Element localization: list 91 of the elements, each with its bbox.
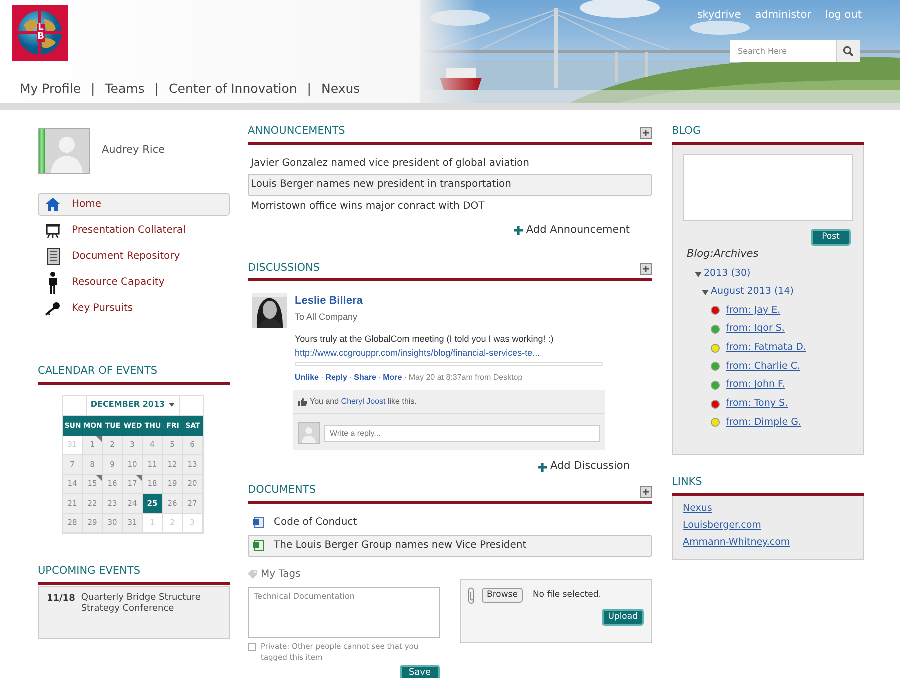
blog-field[interactable] xyxy=(683,154,853,221)
separator: · xyxy=(321,372,324,384)
separator: · xyxy=(349,372,352,384)
link[interactable]: Nexus xyxy=(683,502,712,516)
section-heading: LINKS xyxy=(672,474,702,490)
user-name: Audrey Rice xyxy=(102,143,166,158)
event-date: 11/18 xyxy=(47,593,76,606)
sidebar-item[interactable]: Resource Capacity xyxy=(38,271,230,294)
nav-link[interactable]: My Profile xyxy=(20,80,82,99)
archive-entry[interactable]: from: Dimple G. xyxy=(726,416,802,430)
plus-icon xyxy=(642,265,650,274)
section-heading: ANNOUNCEMENTS xyxy=(248,124,346,139)
archive-folder[interactable]: August 2013 (14) xyxy=(702,284,853,302)
tag-icon xyxy=(248,570,258,579)
archive-entry[interactable]: from: Jay E. xyxy=(726,304,781,318)
section-heading: DISCUSSIONS xyxy=(248,260,320,276)
search-field[interactable]: Search Here xyxy=(730,40,836,62)
month-selector[interactable]: DECEMBER 2013 xyxy=(87,396,179,415)
nav-separator: | xyxy=(307,80,312,98)
sidebar-item[interactable]: Presentation Collateral xyxy=(38,219,230,242)
link[interactable]: Ammann-Whitney.com xyxy=(683,536,790,550)
document-item[interactable]: The Louis Berger Group names new Vice President xyxy=(248,534,652,557)
nav-link[interactable]: Center of Innovation xyxy=(169,80,298,99)
logo: L B xyxy=(12,5,68,61)
nav-link[interactable]: Teams xyxy=(105,80,145,99)
spreadsheet-icon xyxy=(253,540,264,552)
house-icon xyxy=(46,198,60,211)
search-icon xyxy=(843,46,854,56)
archive-entry[interactable]: from: Fatmata D. xyxy=(726,341,806,356)
archive-entry[interactable]: from: Charlie C. xyxy=(726,360,801,374)
person-icon xyxy=(48,272,58,294)
add-button[interactable] xyxy=(640,486,652,498)
separator: · xyxy=(404,372,407,384)
sidebar-item[interactable]: Home xyxy=(38,193,230,216)
sidebar-item[interactable]: Document Repository xyxy=(38,245,230,268)
search-button[interactable] xyxy=(836,40,860,62)
sidebar-item[interactable]: Key Pursuits xyxy=(38,297,230,320)
announcement-item[interactable]: Javier Gonzalez named vice president of global aviation xyxy=(248,152,652,174)
post-action[interactable]: Reply xyxy=(326,372,348,384)
section-heading: DOCUMENTS xyxy=(248,483,316,498)
archive-entry[interactable]: from: Tony S. xyxy=(726,397,788,412)
liker-link[interactable]: Cheryl Joost xyxy=(341,396,386,406)
file-status: No file selected. xyxy=(532,589,602,602)
post-action[interactable]: More xyxy=(383,372,402,384)
post-action[interactable]: Share xyxy=(354,372,376,384)
likes-text: You and Cheryl Joost like this. xyxy=(310,396,417,408)
post-link[interactable]: http://www.ccgrouppr.com/insights/blog/financial-services-te... xyxy=(295,346,652,360)
nav-separator: | xyxy=(154,80,160,98)
event-title: Quarterly Bridge Structure Strategy Conference xyxy=(81,593,202,615)
add-link[interactable]: Add Discussion xyxy=(538,459,630,475)
presentation-board-icon xyxy=(45,222,61,238)
browse-button[interactable]: Browse xyxy=(482,588,523,604)
archive-folder[interactable]: 2013 (30) xyxy=(695,266,853,284)
key-icon xyxy=(45,302,61,316)
section-heading: BLOG xyxy=(672,124,702,139)
post-action[interactable]: Unlike xyxy=(295,372,320,384)
link[interactable]: Louisberger.com xyxy=(683,518,762,533)
nav-separator: | xyxy=(91,80,96,98)
archives-heading: Blog:Archives xyxy=(687,246,760,262)
post-button[interactable]: Post xyxy=(811,228,851,246)
word-document-icon xyxy=(253,517,264,528)
section-heading: UPCOMING EVENTS xyxy=(38,564,140,580)
save-button[interactable]: Save xyxy=(400,664,440,678)
document-item[interactable]: Code of Conduct xyxy=(248,512,652,534)
post-meta: May 20 at 8:37am from Desktop xyxy=(408,372,523,384)
post-message: Yours truly at the GlobalCom meeting (I told you I was working! :) xyxy=(295,333,555,346)
plus-icon xyxy=(538,462,548,472)
separator: · xyxy=(378,372,382,384)
plus-icon xyxy=(642,128,650,137)
post-author[interactable]: Leslie Billera xyxy=(295,293,652,310)
private-checkbox[interactable] xyxy=(248,642,256,651)
paperclip-icon xyxy=(468,586,476,605)
section-heading: CALENDAR OF EVENTS xyxy=(38,364,158,379)
add-button[interactable] xyxy=(640,126,652,139)
plus-icon xyxy=(642,488,650,496)
archive-entry[interactable]: from: Igor S. xyxy=(726,322,785,337)
upload-button[interactable]: Upload xyxy=(602,608,644,626)
thumbs-up-icon xyxy=(298,398,307,406)
add-button[interactable] xyxy=(640,263,652,276)
plus-icon xyxy=(514,226,524,236)
add-link[interactable]: Add Announcement xyxy=(514,222,630,238)
archive-entry[interactable]: from: John F. xyxy=(726,378,785,393)
nav-link[interactable]: Nexus xyxy=(322,80,360,99)
announcement-item[interactable]: Louis Berger names new president in transportation xyxy=(248,174,652,196)
tags-label: My Tags xyxy=(261,568,301,582)
document-icon xyxy=(46,248,60,265)
reply-field[interactable]: Write a reply... xyxy=(324,424,600,442)
announcement-item[interactable]: Morristown office wins major conract with DOT xyxy=(248,196,652,217)
tags-field[interactable]: Technical Documentation xyxy=(248,586,440,638)
caret-icon xyxy=(169,403,176,408)
post-audience: To All Company xyxy=(295,310,359,324)
